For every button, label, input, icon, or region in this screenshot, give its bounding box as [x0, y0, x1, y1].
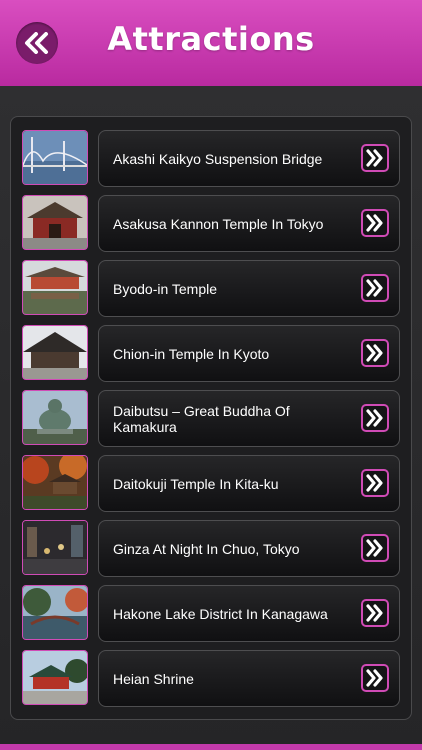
thumbnail-image	[22, 195, 88, 250]
open-attraction-button[interactable]	[361, 469, 389, 497]
double-chevron-right-icon	[366, 474, 383, 492]
list-item: Daitokuji Temple In Kita-ku	[22, 455, 400, 512]
list-item: Daibutsu – Great Buddha Of Kamakura	[22, 390, 400, 447]
list-item: Akashi Kaikyo Suspension Bridge	[22, 130, 400, 187]
open-attraction-button[interactable]	[361, 274, 389, 302]
double-chevron-right-icon	[366, 669, 383, 687]
attraction-label: Daitokuji Temple In Kita-ku	[113, 475, 279, 492]
open-attraction-button[interactable]	[361, 664, 389, 692]
attraction-label: Asakusa Kannon Temple In Tokyo	[113, 215, 324, 232]
list-item: Byodo-in Temple	[22, 260, 400, 317]
open-attraction-button[interactable]	[361, 404, 389, 432]
bottom-accent-bar	[0, 744, 422, 750]
thumbnail-image	[22, 650, 88, 705]
list-item: Chion-in Temple In Kyoto	[22, 325, 400, 382]
list-item: Heian Shrine	[22, 650, 400, 707]
double-chevron-right-icon	[366, 344, 383, 362]
attraction-item-button[interactable]: Hakone Lake District In Kanagawa	[98, 585, 400, 642]
list-item: Asakusa Kannon Temple In Tokyo	[22, 195, 400, 252]
thumbnail-image	[22, 260, 88, 315]
attraction-label: Hakone Lake District In Kanagawa	[113, 605, 328, 622]
double-chevron-right-icon	[366, 604, 383, 622]
attraction-item-button[interactable]: Akashi Kaikyo Suspension Bridge	[98, 130, 400, 187]
attraction-label: Daibutsu – Great Buddha Of Kamakura	[113, 402, 290, 435]
page-title: Attractions	[107, 20, 315, 58]
double-chevron-right-icon	[366, 279, 383, 297]
open-attraction-button[interactable]	[361, 144, 389, 172]
thumbnail-image	[22, 325, 88, 380]
attraction-label: Byodo-in Temple	[113, 280, 218, 297]
attraction-item-button[interactable]: Asakusa Kannon Temple In Tokyo	[98, 195, 400, 252]
attraction-label: Chion-in Temple In Kyoto	[113, 345, 270, 362]
double-chevron-right-icon	[366, 149, 383, 167]
double-chevron-right-icon	[366, 409, 383, 427]
attraction-label: Heian Shrine	[113, 670, 194, 687]
attraction-label: Akashi Kaikyo Suspension Bridge	[113, 150, 323, 167]
thumbnail-image	[22, 520, 88, 575]
attraction-item-button[interactable]: Daibutsu – Great Buddha Of Kamakura	[98, 390, 400, 447]
double-chevron-right-icon	[366, 539, 383, 557]
list-item: Ginza At Night In Chuo, Tokyo	[22, 520, 400, 577]
list-item: Hakone Lake District In Kanagawa	[22, 585, 400, 642]
attraction-item-button[interactable]: Heian Shrine	[98, 650, 400, 707]
double-chevron-right-icon	[366, 214, 383, 232]
attraction-item-button[interactable]: Daitokuji Temple In Kita-ku	[98, 455, 400, 512]
open-attraction-button[interactable]	[361, 339, 389, 367]
open-attraction-button[interactable]	[361, 599, 389, 627]
attraction-label: Ginza At Night In Chuo, Tokyo	[113, 540, 300, 557]
thumbnail-image	[22, 585, 88, 640]
thumbnail-image	[22, 130, 88, 185]
thumbnail-image	[22, 390, 88, 445]
open-attraction-button[interactable]	[361, 209, 389, 237]
attraction-item-button[interactable]: Byodo-in Temple	[98, 260, 400, 317]
thumbnail-image	[22, 455, 88, 510]
attraction-item-button[interactable]: Ginza At Night In Chuo, Tokyo	[98, 520, 400, 577]
attraction-item-button[interactable]: Chion-in Temple In Kyoto	[98, 325, 400, 382]
app-header: Attractions	[0, 0, 422, 86]
open-attraction-button[interactable]	[361, 534, 389, 562]
